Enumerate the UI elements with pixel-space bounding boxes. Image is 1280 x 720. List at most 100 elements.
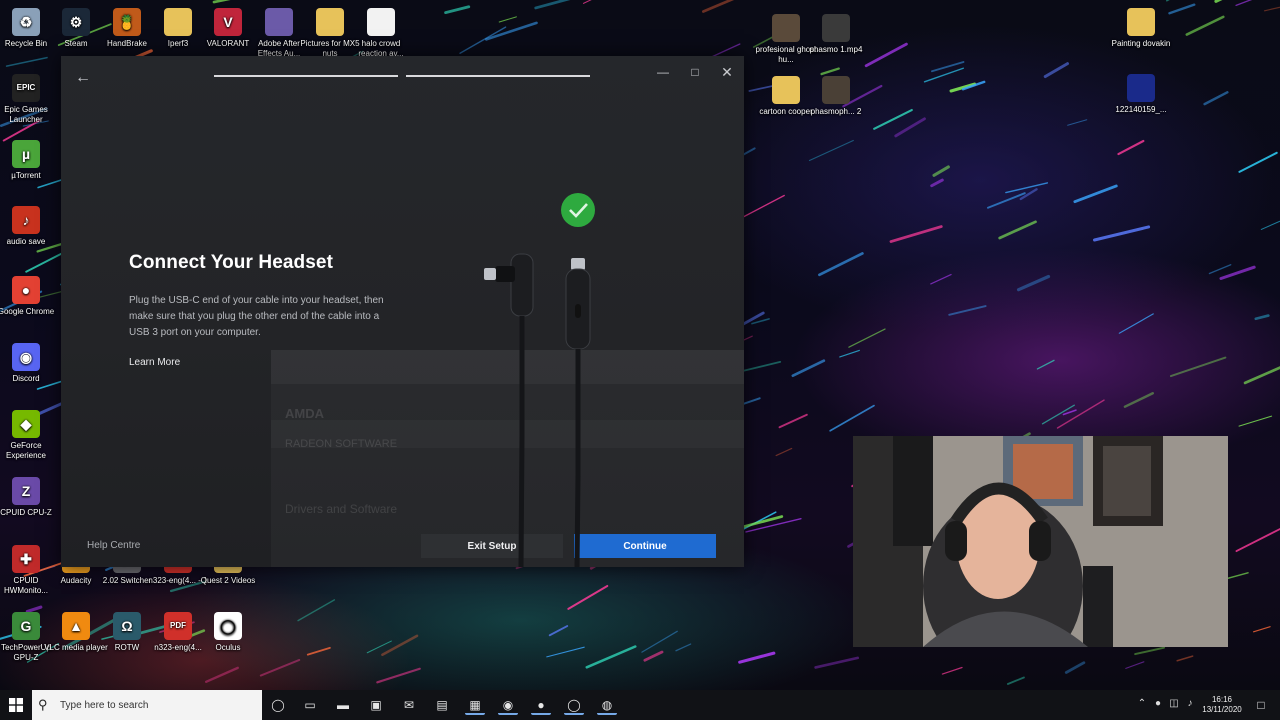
desktop-icon[interactable]: Painting dovakin — [1109, 8, 1173, 49]
cable-right — [574, 349, 581, 567]
store-icon[interactable]: ▣ — [366, 695, 386, 715]
desktop-icon[interactable]: ♪ audio save — [0, 206, 58, 247]
discord-icon[interactable]: ◉ — [498, 695, 518, 715]
mail-icon[interactable]: ✉ — [399, 695, 419, 715]
start-button[interactable] — [0, 690, 32, 720]
desktop-icon-label: phasmo 1.mp4 — [809, 45, 863, 54]
oculus-icon[interactable]: ◯ — [564, 695, 584, 715]
epic-games-icon: EPIC — [12, 74, 40, 102]
help-centre-link[interactable]: Help Centre — [87, 540, 140, 551]
clock-date: 13/11/2020 — [1202, 705, 1242, 714]
wallpaper-streak — [702, 0, 735, 13]
wallpaper-streak — [948, 305, 987, 316]
wallpaper-streak — [1214, 0, 1223, 3]
wallpaper-streak — [641, 630, 678, 653]
desktop-icon[interactable]: µ µTorrent — [0, 140, 58, 181]
image-thumbnail-icon — [1127, 74, 1155, 102]
maximize-button[interactable]: □ — [684, 63, 706, 81]
desktop-icon[interactable]: phasmo 1.mp4 — [804, 14, 868, 55]
wallpaper-streak — [1176, 655, 1194, 662]
wallpaper-streak — [998, 220, 1037, 240]
wallpaper-streak — [1092, 225, 1151, 242]
obs-icon[interactable]: ◍ — [597, 695, 617, 715]
desktop-icon[interactable]: ◆ GeForce Experience — [0, 410, 58, 461]
wallpaper-streak — [808, 139, 854, 162]
rotw-icon: Ω — [113, 612, 141, 640]
wallpaper-streak — [986, 192, 1026, 209]
wallpaper-streak — [204, 666, 239, 683]
volume-icon[interactable]: ♪ — [1183, 698, 1197, 709]
wallpaper-streak — [444, 5, 471, 15]
streamer-webcam-image — [853, 436, 1228, 647]
network-icon[interactable]: ◫ — [1167, 698, 1181, 709]
desktop-icon[interactable]: 122140159_... — [1109, 74, 1173, 115]
wallpaper-streak — [864, 42, 908, 68]
handbrake-icon: 🍍 — [113, 8, 141, 36]
wallpaper-streak — [775, 447, 793, 457]
wallpaper-streak — [818, 252, 864, 277]
desktop-icon[interactable]: EPIC Epic Games Launcher — [0, 74, 58, 125]
geforce-icon: ◆ — [12, 410, 40, 438]
wallpaper-streak — [498, 16, 517, 23]
desktop-icon[interactable]: phasmoph... 2 — [804, 76, 868, 117]
vlc-icon: ▲ — [62, 612, 90, 640]
folder-icon — [164, 8, 192, 36]
wallpaper-streak — [582, 0, 592, 4]
search-input[interactable] — [60, 699, 250, 711]
wallpaper-streak — [778, 413, 808, 429]
desktop-icon-label: Discord — [12, 374, 40, 383]
document-icon — [367, 8, 395, 36]
desktop-icon[interactable]: Z CPUID CPU-Z — [0, 477, 58, 518]
wallpaper-streak — [297, 599, 336, 622]
cortana-icon[interactable]: ◯ — [268, 695, 288, 715]
microphone-icon[interactable]: ● — [1151, 698, 1165, 709]
taskbar-search[interactable]: ⚲ — [32, 690, 262, 720]
desktop-icon[interactable]: ◉ Discord — [0, 343, 58, 384]
notifications-icon[interactable]: □ — [1251, 695, 1271, 715]
wallpaper-streak — [1260, 220, 1280, 230]
wallpaper-streak — [941, 666, 963, 675]
wallpaper-streak — [1117, 139, 1145, 156]
chevron-up-icon[interactable]: ⌃ — [1135, 698, 1149, 709]
page-title: Connect Your Headset — [129, 252, 334, 273]
video-thumbnail-icon — [822, 76, 850, 104]
back-arrow-icon[interactable]: ← — [73, 68, 93, 88]
desktop-icon-label: CPUID CPU-Z — [0, 508, 52, 517]
wallpaper-streak — [1263, 6, 1280, 12]
cpuz-icon: Z — [12, 477, 40, 505]
wallpaper-streak — [1125, 661, 1145, 669]
desktop-icon[interactable]: ● Google Chrome — [0, 276, 58, 317]
desktop-icon[interactable]: halo crowd reaction av... — [349, 8, 413, 59]
wallpaper-streak — [1064, 661, 1086, 674]
voicemeeter-icon[interactable]: ▦ — [465, 695, 485, 715]
task-view-icon[interactable]: ▭ — [300, 695, 320, 715]
desktop-icon-label: µTorrent — [11, 171, 41, 180]
minimize-button[interactable]: — — [652, 63, 674, 81]
progress-step-1 — [214, 75, 398, 77]
wallpaper-streak — [743, 360, 782, 372]
chrome-icon[interactable]: ● — [531, 695, 551, 715]
taskbar-clock[interactable]: 16:16 13/11/2020 — [1198, 695, 1246, 715]
app-icon[interactable]: ▤ — [432, 695, 452, 715]
wallpaper-streak — [1203, 91, 1229, 106]
windows-logo-icon — [9, 698, 23, 712]
wallpaper-streak — [1118, 313, 1154, 334]
desktop-icon[interactable]: ◯ Oculus — [196, 612, 260, 653]
wallpaper-streak — [1252, 626, 1271, 633]
wallpaper-streak — [1123, 392, 1154, 408]
folder-icon — [1127, 8, 1155, 36]
desktop-icon-label: phasmoph... 2 — [810, 107, 862, 116]
video-thumbnail-icon — [772, 14, 800, 42]
file-explorer-icon[interactable]: ▬ — [333, 695, 353, 715]
recycle-bin-icon: ♻ — [12, 8, 40, 36]
cable-left — [518, 316, 525, 567]
close-button[interactable]: ✕ — [716, 63, 738, 81]
desktop-icon-label: Epic Games Launcher — [4, 105, 48, 124]
clock-time: 16:16 — [1211, 695, 1233, 704]
wallpaper-streak — [745, 517, 802, 533]
wallpaper-streak — [546, 646, 585, 658]
usb-cable-illustration — [484, 193, 595, 567]
audio-icon: ♪ — [12, 206, 40, 234]
learn-more-link[interactable]: Learn More — [129, 357, 180, 368]
wallpaper-streak — [889, 225, 943, 243]
